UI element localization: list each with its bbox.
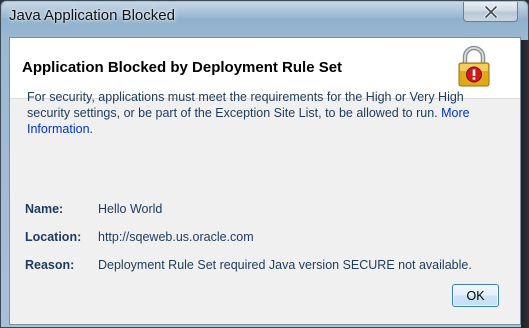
dialog-heading: Application Blocked by Deployment Rule S… (22, 59, 343, 76)
close-icon (483, 5, 498, 18)
dialog-content: Application Blocked by Deployment Rule S… (9, 37, 521, 325)
name-label: Name: (25, 202, 64, 216)
location-value: http://sqeweb.us.oracle.com (98, 230, 254, 244)
security-message-text: For security, applications must meet the… (27, 90, 464, 120)
reason-label: Reason: (25, 258, 75, 272)
location-label: Location: (25, 230, 82, 244)
close-button[interactable] (463, 2, 518, 22)
dialog-window: Java Application Blocked Application Blo… (0, 0, 529, 328)
lock-warning-icon (458, 45, 490, 87)
security-message: For security, applications must meet the… (27, 89, 501, 137)
window-edge (521, 40, 529, 328)
ok-button[interactable]: OK (452, 284, 499, 307)
name-value: Hello World (98, 202, 163, 216)
window-title: Java Application Blocked (9, 7, 175, 24)
reason-value: Deployment Rule Set required Java versio… (98, 258, 472, 272)
